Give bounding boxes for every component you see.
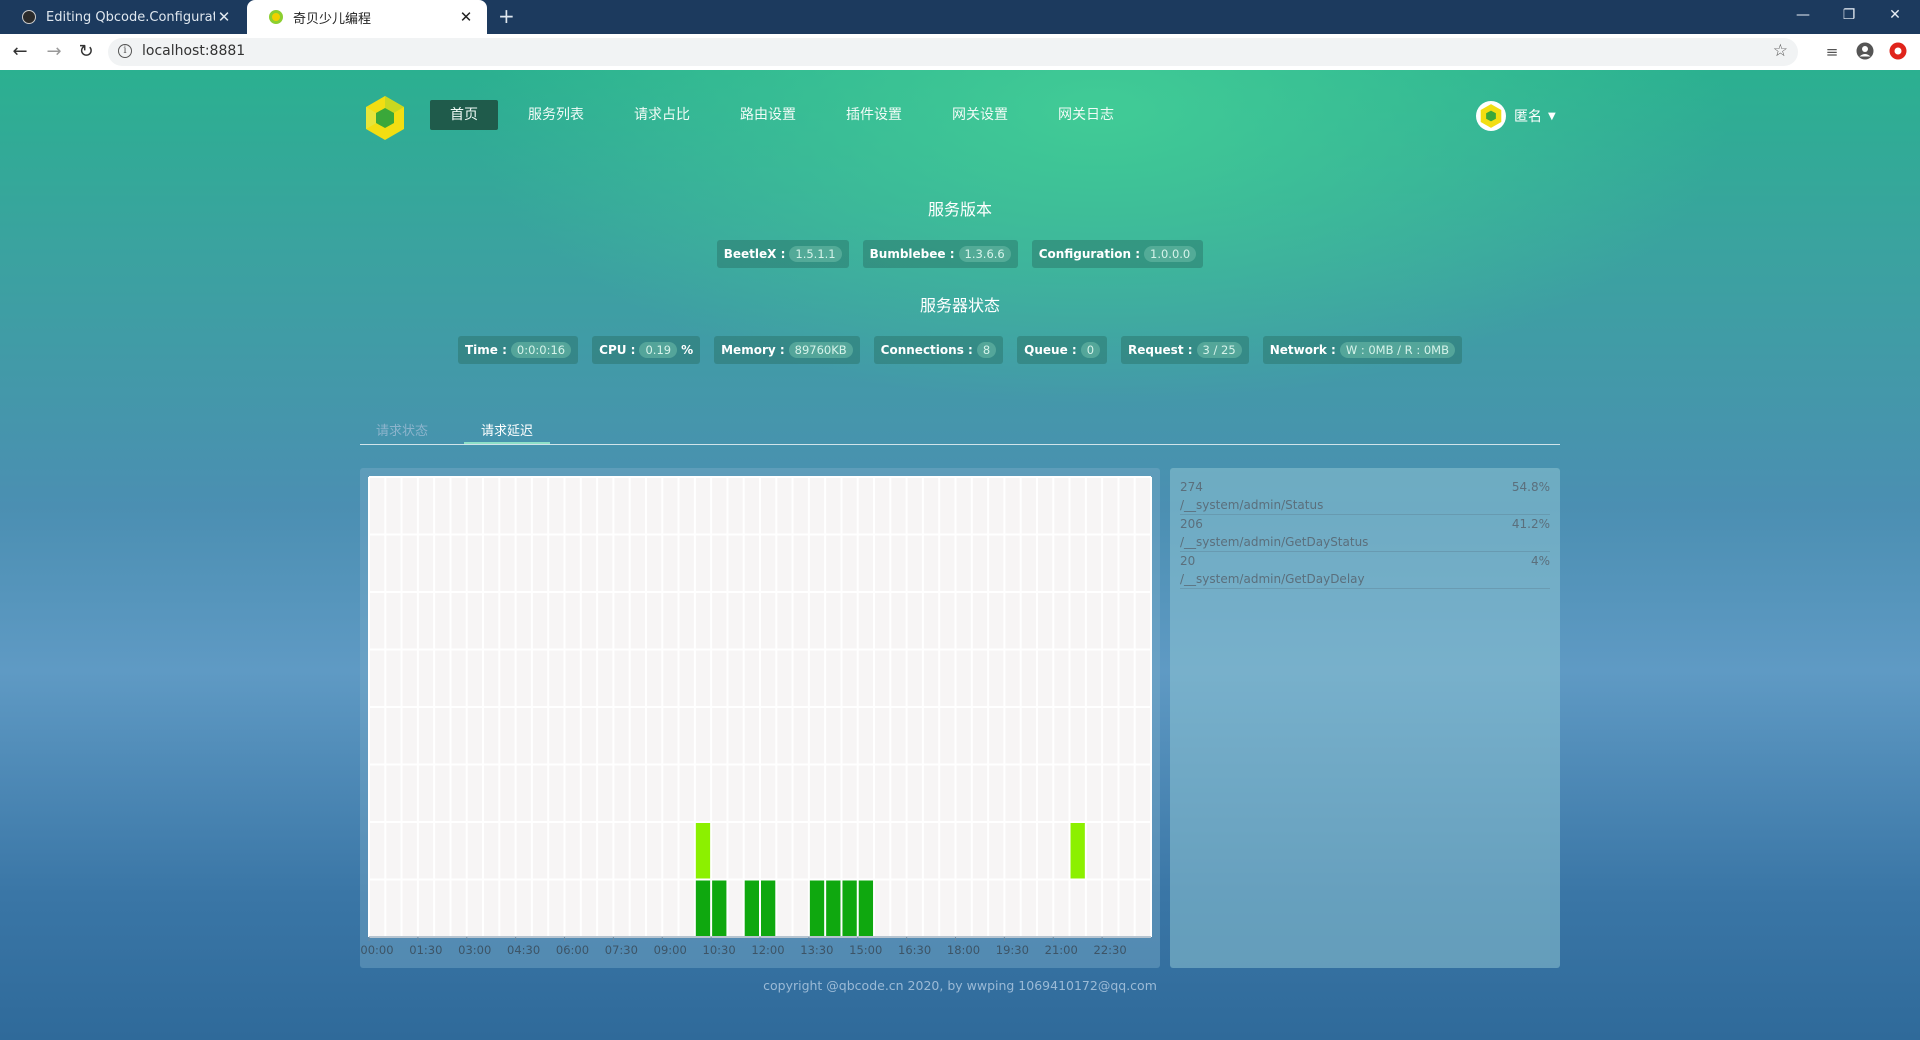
nav-plugin-settings[interactable]: 插件设置: [836, 100, 912, 130]
tab-request-status[interactable]: 请求状态: [376, 420, 428, 442]
x-tick-label: 16:30: [898, 943, 931, 957]
request-count: 20: [1180, 554, 1196, 568]
request-percent: 54.8%: [1511, 480, 1550, 494]
version-badges: BeetleX :1.5.1.1 Bumblebee :1.3.6.6 Conf…: [0, 240, 1920, 268]
request-list-panel: 274 54.8% /__system/admin/Status 206 41.…: [1170, 468, 1560, 968]
heatmap-cell: [695, 823, 711, 879]
status-badge-time: Time :0:0:0:16: [458, 336, 579, 364]
status-badge-request: Request :3 / 25: [1121, 336, 1249, 364]
heatmap-cell: [1070, 823, 1085, 879]
avatar: [1476, 101, 1506, 131]
heatmap-cell: [826, 880, 841, 936]
x-tick-label: 18:00: [947, 943, 980, 957]
server-status-badges: Time :0:0:0:16 CPU :0.19% Memory :89760K…: [0, 336, 1920, 364]
nav-home[interactable]: 首页: [430, 100, 498, 130]
x-tick-label: 06:00: [556, 943, 589, 957]
github-icon: [22, 10, 36, 24]
request-path: /__system/admin/GetDayDelay: [1180, 572, 1365, 586]
x-tick-label: 09:00: [654, 943, 687, 957]
heatmap-cell: [761, 880, 776, 936]
chart-tabs: 请求状态 请求延迟: [360, 420, 1560, 445]
x-tick-label: 13:30: [800, 943, 833, 957]
copyright-footer: copyright @qbcode.cn 2020, by wwping 106…: [763, 978, 1157, 993]
minimize-icon[interactable]: —: [1780, 0, 1826, 30]
server-status-title: 服务器状态: [919, 296, 1000, 315]
user-menu[interactable]: 匿名 ▼: [1476, 100, 1556, 132]
nav-request-ratio[interactable]: 请求占比: [624, 100, 700, 130]
status-badge-network: Network :W : 0MB / R : 0MB: [1262, 336, 1462, 364]
x-tick-label: 12:00: [751, 943, 784, 957]
heatmap-cell: [712, 880, 727, 936]
x-tick-label: 22:30: [1094, 943, 1127, 957]
window-close-icon[interactable]: ✕: [1872, 0, 1918, 30]
extension-icon[interactable]: [1888, 42, 1908, 62]
site-favicon-icon: [269, 10, 283, 24]
profile-icon[interactable]: [1855, 42, 1875, 62]
request-path: /__system/admin/Status: [1180, 498, 1324, 512]
nav-gateway-settings[interactable]: 网关设置: [942, 100, 1018, 130]
close-tab-icon[interactable]: ✕: [215, 8, 233, 26]
nav-gateway-logs[interactable]: 网关日志: [1048, 100, 1124, 130]
close-tab-icon[interactable]: ✕: [457, 8, 475, 26]
status-badge-connections: Connections :8: [873, 336, 1004, 364]
page-content: 首页 服务列表 请求占比 路由设置 插件设置 网关设置 网关日志 匿名 ▼ 服务…: [0, 70, 1920, 1040]
request-percent: 41.2%: [1511, 517, 1550, 531]
heatmap-cell: [842, 880, 857, 936]
nav-route-settings[interactable]: 路由设置: [730, 100, 806, 130]
x-tick-label: 21:00: [1045, 943, 1078, 957]
request-count: 274: [1180, 480, 1203, 494]
nav-service-list[interactable]: 服务列表: [518, 100, 594, 130]
x-tick-label: 00:00: [360, 943, 393, 957]
bookmark-star-icon[interactable]: ☆: [1773, 41, 1788, 61]
forward-icon[interactable]: →: [42, 40, 66, 64]
request-list-item[interactable]: 20 4% /__system/admin/GetDayDelay: [1180, 552, 1550, 589]
heatmap-cell: [809, 880, 825, 936]
delay-chart-panel: 00:00 01:30 03:00 04:30 06:00 07:30 09:00 10:30…: [360, 468, 1160, 968]
request-list-item[interactable]: 274 54.8% /__system/admin/Status: [1180, 478, 1550, 515]
x-tick-label: 03:00: [458, 943, 491, 957]
heatmap-cell: [744, 880, 759, 936]
app-logo-icon[interactable]: [361, 94, 409, 142]
reload-icon[interactable]: ↻: [74, 40, 98, 64]
tab-request-delay[interactable]: 请求延迟: [464, 420, 550, 444]
version-title: 服务版本: [927, 200, 992, 219]
tab-title: 奇贝少儿编程: [293, 11, 372, 27]
heatmap-cell: [858, 880, 874, 936]
status-badge-cpu: CPU :0.19%: [592, 336, 701, 364]
username: 匿名: [1514, 109, 1542, 125]
request-percent: 4%: [1530, 554, 1550, 568]
version-badge-configuration: Configuration :1.0.0.0: [1031, 240, 1204, 268]
tab-title: Editing Qbcode.Configuration: [46, 9, 215, 25]
browser-tab-active[interactable]: 奇贝少儿编程 ✕: [247, 0, 487, 34]
x-tick-label: 04:30: [507, 943, 540, 957]
site-info-icon[interactable]: i: [118, 44, 132, 58]
back-icon[interactable]: ←: [8, 40, 32, 64]
url-text: localhost:8881: [142, 43, 246, 59]
version-badge-beetlex: BeetleX :1.5.1.1: [716, 240, 849, 268]
request-list-item[interactable]: 206 41.2% /__system/admin/GetDayStatus: [1180, 515, 1550, 552]
version-badge-bumblebee: Bumblebee :1.3.6.6: [862, 240, 1018, 268]
restore-icon[interactable]: ❐: [1826, 0, 1872, 30]
x-tick-label: 01:30: [409, 943, 442, 957]
x-tick-label: 07:30: [605, 943, 638, 957]
request-path: /__system/admin/GetDayStatus: [1180, 535, 1369, 549]
address-bar[interactable]: i localhost:8881 ☆: [108, 38, 1798, 66]
heatmap-cell: [695, 880, 711, 936]
delay-heatmap-chart: 00:00 01:30 03:00 04:30 06:00 07:30 09:00 10:30…: [360, 476, 1152, 957]
browser-toolbar: ← → ↻ i localhost:8881 ☆ ≡: [0, 34, 1920, 71]
chevron-down-icon: ▼: [1548, 110, 1556, 122]
browser-tab-strip: Editing Qbcode.Configuration ✕ 奇贝少儿编程 ✕ …: [0, 0, 1920, 34]
x-tick-label: 15:00: [849, 943, 882, 957]
browser-tab-github[interactable]: Editing Qbcode.Configuration ✕: [0, 0, 245, 34]
request-count: 206: [1180, 517, 1203, 531]
status-badge-queue: Queue :0: [1017, 336, 1108, 364]
new-tab-icon[interactable]: +: [498, 4, 515, 28]
x-tick-label: 19:30: [996, 943, 1029, 957]
reading-list-icon[interactable]: ≡: [1822, 42, 1842, 62]
x-tick-label: 10:30: [703, 943, 736, 957]
status-badge-memory: Memory :89760KB: [714, 336, 860, 364]
